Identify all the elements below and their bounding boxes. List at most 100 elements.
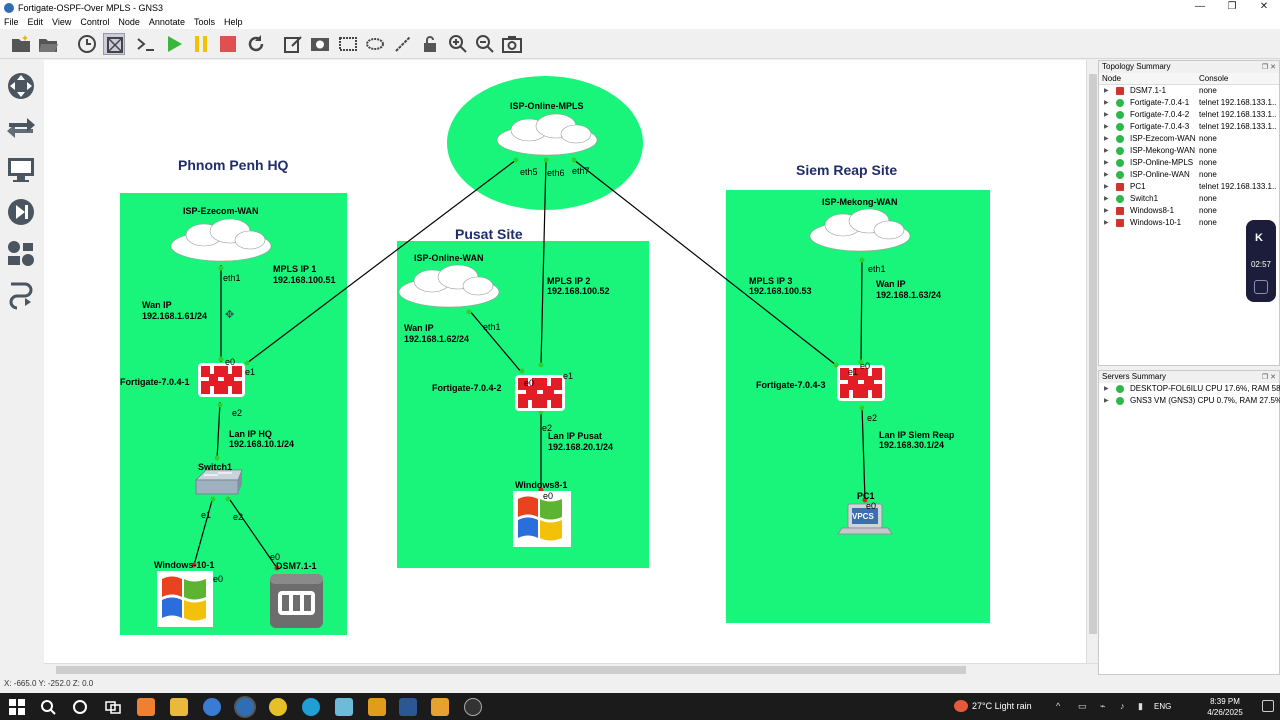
snapshot-clock-icon[interactable] <box>76 33 98 55</box>
topology-node-row[interactable]: ▶ Windows8-1 none <box>1099 205 1279 217</box>
tray-battery-icon[interactable]: ▮ <box>1138 701 1143 712</box>
topology-node-row[interactable]: ▶ ISP-Mekong-WAN none <box>1099 145 1279 157</box>
start-all-icon[interactable] <box>163 33 185 55</box>
expand-arrow-icon[interactable]: ▶ <box>1104 157 1109 169</box>
screenshot-camera-icon[interactable] <box>501 33 523 55</box>
language-indicator[interactable]: ENG <box>1154 702 1171 711</box>
draw-rectangle-icon[interactable] <box>337 33 359 55</box>
fortigate-3-label[interactable]: Fortigate-7.0.4-3 <box>756 380 826 390</box>
app-icon-2[interactable] <box>203 698 221 716</box>
menu-file[interactable]: File <box>4 17 19 27</box>
browse-routers-icon[interactable] <box>5 70 37 102</box>
node-column-header[interactable]: Node <box>1102 73 1121 85</box>
gns3-taskbar-icon[interactable] <box>236 698 254 716</box>
open-project-icon[interactable] <box>37 33 59 55</box>
weather-icon[interactable] <box>954 700 968 712</box>
topology-node-row[interactable]: ▶ ISP-Ezecom-WAN none <box>1099 133 1279 145</box>
reload-all-icon[interactable] <box>245 33 267 55</box>
topology-node-row[interactable]: ▶ Fortigate-7.0.4-2 telnet 192.168.133.1..… <box>1099 109 1279 121</box>
draw-ellipse-icon[interactable] <box>364 33 386 55</box>
widget-mic-off-icon[interactable] <box>1254 280 1268 294</box>
expand-arrow-icon[interactable]: ▶ <box>1104 217 1109 229</box>
expand-arrow-icon[interactable]: ▶ <box>1104 85 1109 97</box>
insert-picture-icon[interactable] <box>309 33 331 55</box>
app-icon-3[interactable] <box>335 698 353 716</box>
topology-node-row[interactable]: ▶ Switch1 none <box>1099 193 1279 205</box>
topology-node-row[interactable]: ▶ PC1 telnet 192.168.133.1... <box>1099 181 1279 193</box>
menu-annotate[interactable]: Annotate <box>149 17 185 27</box>
fortigate-1-label[interactable]: Fortigate-7.0.4-1 <box>120 377 190 387</box>
menu-node[interactable]: Node <box>118 17 140 27</box>
menu-edit[interactable]: Edit <box>28 17 44 27</box>
edge-icon[interactable] <box>302 698 320 716</box>
tray-network-icon[interactable]: ⌁ <box>1100 701 1105 712</box>
app-icon-5[interactable] <box>431 698 449 716</box>
lock-icon[interactable] <box>419 33 441 55</box>
console-column-header[interactable]: Console <box>1199 73 1228 85</box>
console-all-icon[interactable] <box>135 33 157 55</box>
file-explorer-icon[interactable] <box>170 698 188 716</box>
online-wan-cloud-label[interactable]: ISP-Online-WAN <box>414 253 484 263</box>
stop-all-icon[interactable] <box>217 33 239 55</box>
dsm-label[interactable]: DSM7.1-1 <box>276 561 317 571</box>
expand-arrow-icon[interactable]: ▶ <box>1104 109 1109 121</box>
recording-widget[interactable]: K 02:57 <box>1246 220 1276 302</box>
app-icon-4[interactable] <box>368 698 386 716</box>
expand-arrow-icon[interactable]: ▶ <box>1104 193 1109 205</box>
browse-switches-icon[interactable] <box>5 112 37 144</box>
add-link-icon[interactable] <box>5 280 37 312</box>
cortana-icon[interactable] <box>71 698 89 716</box>
minimize-button[interactable]: — <box>1184 0 1216 15</box>
draw-line-icon[interactable] <box>392 33 414 55</box>
topology-node-row[interactable]: ▶ DSM7.1-1 none <box>1099 85 1279 97</box>
mekong-cloud-label[interactable]: ISP-Mekong-WAN <box>822 197 898 207</box>
word-icon[interactable] <box>399 698 417 716</box>
new-project-icon[interactable] <box>10 33 32 55</box>
topology-node-row[interactable]: ▶ ISP-Online-MPLS none <box>1099 157 1279 169</box>
expand-arrow-icon[interactable]: ▶ <box>1104 121 1109 133</box>
menu-help[interactable]: Help <box>224 17 243 27</box>
app-icon-6[interactable] <box>464 698 482 716</box>
pc1-label[interactable]: PC1 <box>857 491 875 501</box>
tray-app-icon[interactable]: ▭ <box>1078 701 1087 712</box>
restore-button[interactable]: ❐ <box>1216 0 1248 15</box>
close-button[interactable]: ✕ <box>1248 0 1280 15</box>
topology-node-row[interactable]: ▶ Fortigate-7.0.4-1 telnet 192.168.133.1..… <box>1099 97 1279 109</box>
menu-control[interactable]: Control <box>80 17 109 27</box>
mpls-cloud-label[interactable]: ISP-Online-MPLS <box>510 101 584 111</box>
browse-end-devices-icon[interactable] <box>5 154 37 186</box>
browse-all-devices-icon[interactable] <box>5 238 37 270</box>
app-icon-1[interactable] <box>137 698 155 716</box>
expand-arrow-icon[interactable]: ▶ <box>1104 97 1109 109</box>
suspend-all-icon[interactable] <box>190 33 212 55</box>
interface-labels-icon[interactable] <box>103 33 125 55</box>
expand-arrow-icon[interactable]: ▶ <box>1104 169 1109 181</box>
server-row[interactable]: ▶ GNS3 VM (GNS3) CPU 0.7%, RAM 27.5% <box>1099 395 1280 407</box>
fortigate-2-label[interactable]: Fortigate-7.0.4-2 <box>432 383 502 393</box>
ezecom-cloud-label[interactable]: ISP-Ezecom-WAN <box>183 206 259 216</box>
tray-volume-icon[interactable]: ♪ <box>1120 701 1125 711</box>
start-windows-icon[interactable] <box>8 698 26 716</box>
browse-security-devices-icon[interactable] <box>5 196 37 228</box>
weather-text[interactable]: 27°C Light rain <box>972 701 1032 711</box>
search-icon[interactable] <box>39 698 57 716</box>
taskbar-clock[interactable]: 8:39 PM 4/26/2025 <box>1200 696 1250 718</box>
horizontal-scrollbar[interactable] <box>44 663 1098 675</box>
chrome-icon[interactable] <box>269 698 287 716</box>
zoom-in-icon[interactable] <box>447 33 469 55</box>
topology-node-row[interactable]: ▶ ISP-Online-WAN none <box>1099 169 1279 181</box>
notification-icon[interactable] <box>1262 700 1274 712</box>
add-note-icon[interactable] <box>282 33 304 55</box>
task-view-icon[interactable] <box>104 698 122 716</box>
topology-node-row[interactable]: ▶ Fortigate-7.0.4-3 telnet 192.168.133.1..… <box>1099 121 1279 133</box>
vertical-scrollbar[interactable] <box>1086 60 1098 663</box>
switch-label[interactable]: Switch1 <box>198 462 232 472</box>
expand-arrow-icon[interactable]: ▶ <box>1104 181 1109 193</box>
tray-chevron-icon[interactable]: ^ <box>1056 701 1060 711</box>
expand-arrow-icon[interactable]: ▶ <box>1104 145 1109 157</box>
menu-view[interactable]: View <box>52 17 71 27</box>
zoom-out-icon[interactable] <box>474 33 496 55</box>
windows8-label[interactable]: Windows8-1 <box>515 480 567 490</box>
vertical-scroll-thumb[interactable] <box>1089 74 1097 634</box>
horizontal-scroll-thumb[interactable] <box>56 666 966 674</box>
